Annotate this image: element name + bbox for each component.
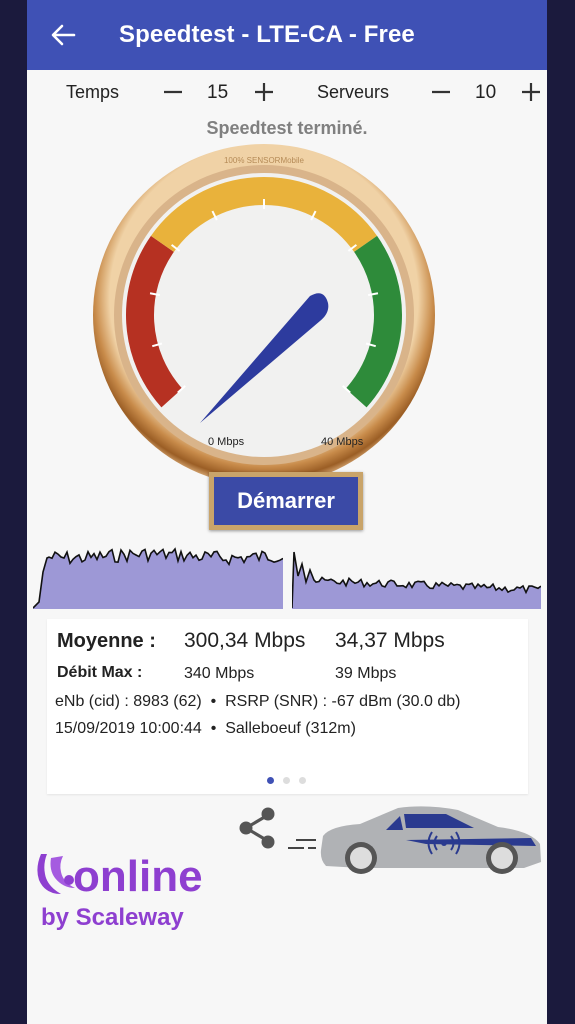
- max-label: Débit Max :: [57, 664, 143, 681]
- cell-info: eNb (cid) : 8983 (62) • RSRP (SNR) : -67…: [55, 693, 461, 710]
- start-button[interactable]: Démarrer: [209, 472, 363, 530]
- gauge-brand: 100% SENSORMobile: [224, 156, 305, 165]
- page-title: Speedtest - LTE-CA - Free: [119, 21, 415, 48]
- page-dot[interactable]: [267, 777, 274, 784]
- max-download: 340 Mbps: [184, 665, 255, 682]
- average-download: 300,34 Mbps: [184, 629, 306, 652]
- logo-wordmark: online: [73, 852, 203, 901]
- servers-value: 10: [475, 82, 497, 103]
- gauge-min-label: 0 Mbps: [208, 436, 245, 448]
- page-dot[interactable]: [299, 777, 306, 784]
- servers-decrease-button[interactable]: [429, 80, 453, 104]
- average-upload: 34,37 Mbps: [335, 629, 445, 652]
- status-text: Speedtest terminé.: [206, 118, 368, 138]
- servers-label: Serveurs: [317, 82, 390, 102]
- page-dot[interactable]: [283, 777, 290, 784]
- car-icon: [288, 806, 541, 874]
- date-location: 15/09/2019 10:00:44 • Salleboeuf (312m): [55, 720, 356, 737]
- download-graph: [33, 547, 283, 609]
- gauge-face: [122, 173, 406, 457]
- time-decrease-button[interactable]: [161, 80, 185, 104]
- servers-increase-button[interactable]: [519, 80, 543, 104]
- time-label: Temps: [66, 82, 120, 102]
- app-screen: Speedtest - LTE-CA - Free Temps 15 Serve…: [27, 0, 547, 1024]
- online-scaleway-logo: online by Scaleway: [37, 852, 203, 931]
- share-icon[interactable]: [237, 806, 279, 850]
- app-bar: Speedtest - LTE-CA - Free: [27, 0, 547, 70]
- gauge-max-label: 40 Mbps: [321, 436, 364, 448]
- start-button-label: Démarrer: [214, 477, 358, 525]
- time-value: 15: [207, 82, 229, 103]
- results-card[interactable]: Moyenne : 300,34 Mbps 34,37 Mbps Débit M…: [47, 619, 528, 794]
- time-increase-button[interactable]: [252, 80, 276, 104]
- logo-subtitle: by Scaleway: [41, 904, 184, 931]
- average-label: Moyenne :: [57, 630, 156, 652]
- arrow-back-icon[interactable]: [49, 20, 77, 50]
- upload-graph: [292, 551, 541, 609]
- max-upload: 39 Mbps: [335, 665, 397, 682]
